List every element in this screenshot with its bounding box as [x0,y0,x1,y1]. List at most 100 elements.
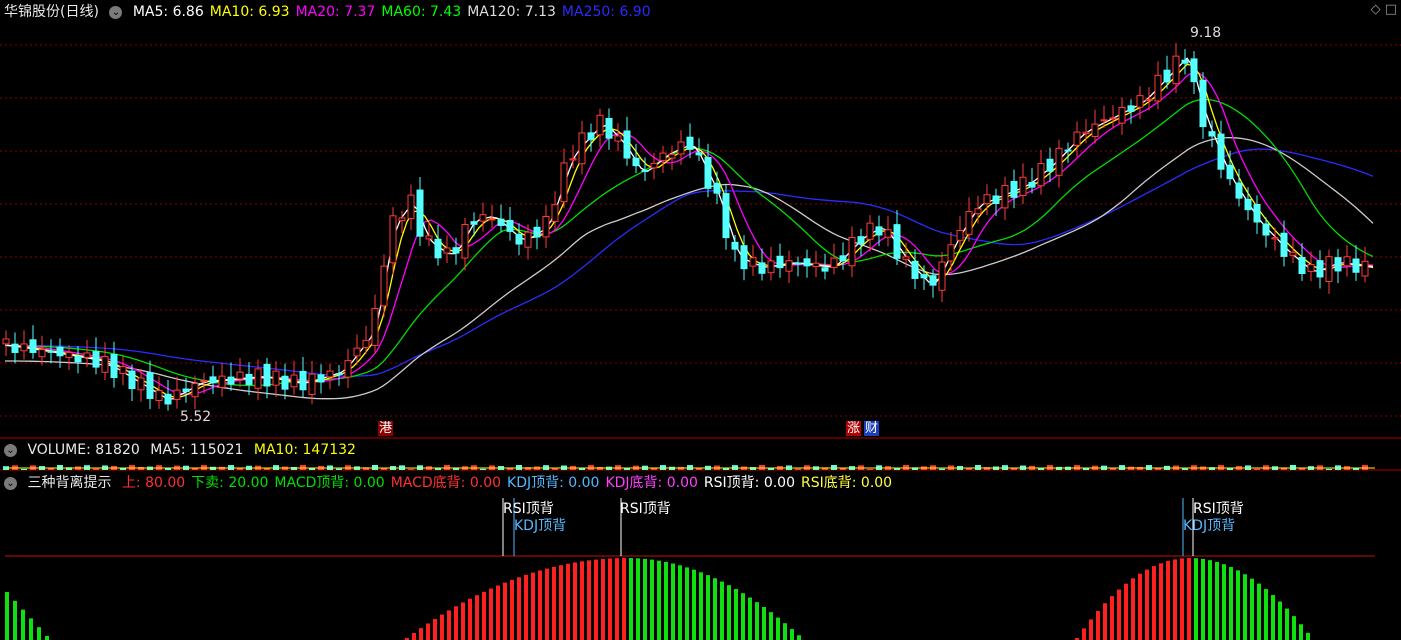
diamond-icon[interactable]: ◇ [1371,2,1381,17]
candle-body [686,136,694,150]
candle-body [578,132,586,165]
indicator-bar [1131,578,1135,640]
chevron-down-icon[interactable]: ⌄ [4,443,17,457]
volume-bar [1254,468,1260,470]
indicator-item-5: KDJ底背: 0.00 [605,475,698,491]
candle-body [497,218,505,226]
candle-body [533,226,541,238]
candle-body [1352,258,1360,273]
candle-body [461,223,469,259]
volume-bar [939,468,945,470]
candle-body [1181,59,1189,64]
tag-hk[interactable]: 港 [378,421,394,436]
candle-body [623,130,631,159]
indicator-bar [433,618,437,640]
candle-body [1208,131,1216,137]
indicator-bar [29,618,33,640]
candle-body [1073,131,1081,146]
indicator-bar [1208,560,1212,640]
ma-legend-1: MA10: 6.93 [209,4,290,20]
indicator-item-2: MACD顶背: 0.00 [274,475,385,491]
candle-body [308,373,316,395]
candle-body [335,373,343,376]
tag-finance[interactable]: 财 [864,421,880,436]
candle-body [857,236,865,245]
indicator-bar [454,606,458,640]
candle-body [128,370,136,390]
chevron-down-icon[interactable]: ⌄ [4,476,17,490]
candle-body [632,157,640,167]
candle-body [290,374,298,388]
candle-body [866,222,874,240]
volume-bar [291,467,297,470]
candle-body [1334,257,1342,272]
candle-body [551,204,559,222]
indicator-item-3: MACD底背: 0.00 [390,475,502,491]
indicator-bar [1194,558,1198,640]
chevron-down-icon[interactable]: ⌄ [109,5,123,19]
signal-label: RSI顶背 [1193,501,1244,517]
candle-body [101,355,109,373]
indicator-item-1: 下卖: 20.00 [191,475,269,491]
indicator-bar [699,572,703,640]
candle-body [200,380,208,383]
candle-body [740,245,748,270]
candle-body [281,375,289,390]
volume-bar [93,468,99,470]
candle-body [506,219,514,232]
candle-body [587,132,595,141]
indicator-name: 三种背离提示 [27,475,112,491]
candle-body [434,238,442,259]
indicator-bar [496,585,500,640]
indicator-bar [468,598,472,640]
indicator-bar [706,575,710,640]
indicator-bar [412,632,416,640]
volume-bar [336,468,342,470]
candle-body [182,388,190,393]
candle-body [1361,260,1369,277]
candle-body [677,141,685,155]
candlestick-chart[interactable] [0,0,1401,640]
candle-body [695,152,703,156]
candle-body [515,233,523,245]
volume-bar [1083,468,1089,470]
candle-body [560,162,568,203]
indicator-bar [1166,561,1170,640]
candle-body [65,351,73,359]
candle-body [821,267,829,272]
candle-body [29,339,37,353]
candle-body [1136,95,1144,108]
candle-body [56,346,64,357]
candle-body [1307,264,1315,272]
candle-body [173,389,181,400]
candle-body [1316,260,1324,278]
indicator-bar [559,565,563,640]
indicator-bar [643,558,647,640]
candle-body [92,351,100,368]
square-icon[interactable]: □ [1385,2,1397,17]
candle-body [1199,79,1207,128]
indicator-bar [1082,628,1086,640]
indicator-item-4: KDJ顶背: 0.00 [507,475,600,491]
indicator-bar [1264,589,1268,640]
volume-bar [408,468,414,470]
candle-body [20,343,28,352]
indicator-bar [1110,596,1114,640]
indicator-bar [1222,564,1226,640]
volume-bar [21,468,27,470]
signal-label: RSI顶背 [503,501,554,517]
candle-body [704,157,712,189]
tag-rise[interactable]: 涨 [846,421,862,436]
candle-body [1217,133,1225,170]
candle-body [1046,158,1054,172]
candle-body [137,377,145,391]
candle-body [1163,69,1171,83]
candle-body [992,195,1000,205]
indicator-bar [1145,569,1149,640]
indicator-items: 上: 80.00 下卖: 20.00 MACD顶背: 0.00 MACD底背: 0.0… [122,475,898,491]
candle-body [452,247,460,254]
candle-body [1145,98,1153,101]
candle-body [713,182,721,194]
volume-bar [165,468,171,470]
indicator-bar [1250,578,1254,640]
